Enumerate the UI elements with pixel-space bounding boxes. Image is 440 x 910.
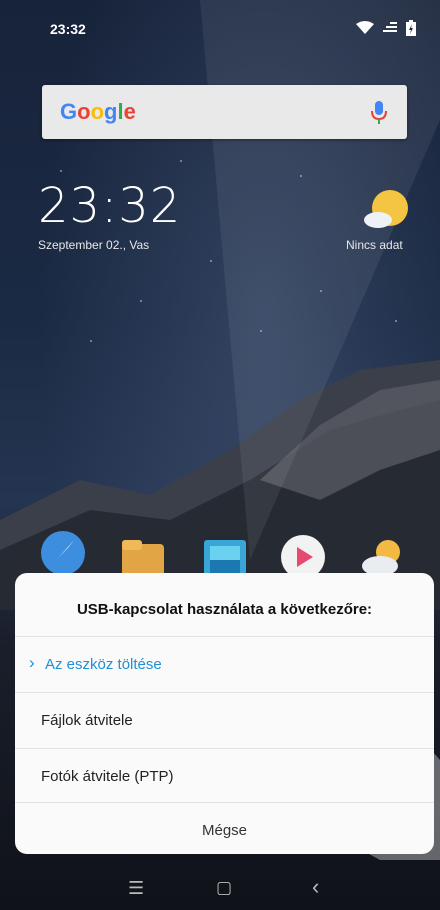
weather-sun-cloud-icon[interactable] [362, 186, 410, 234]
option-label: Fájlok átvitele [41, 712, 133, 729]
weather-status: Nincs adat [346, 238, 403, 252]
google-search-bar[interactable]: Google [42, 85, 407, 139]
clock-widget-date: Szeptember 02., Vas [38, 238, 150, 252]
microphone-icon[interactable] [371, 99, 387, 125]
option-charge-device[interactable]: › Az eszköz töltése [15, 636, 434, 693]
option-label: Fotók átvitele (PTP) [41, 768, 174, 785]
menu-icon[interactable]: ☰ [128, 878, 144, 899]
option-file-transfer[interactable]: Fájlok átvitele [15, 692, 434, 749]
usb-connection-dialog: USB-kapcsolat használata a következőre: … [15, 573, 434, 854]
google-logo: Google [60, 99, 136, 124]
navigation-bar: ☰ ▢ ‹ [0, 862, 440, 910]
signal-icon [383, 22, 397, 32]
clock-widget-time[interactable]: 23:32 [38, 178, 181, 234]
cancel-button[interactable]: Mégse [15, 802, 434, 854]
dialog-title: USB-kapcsolat használata a következőre: [76, 601, 373, 618]
status-time: 23:32 [50, 21, 86, 37]
home-icon[interactable]: ▢ [216, 878, 232, 898]
status-bar: 23:32 [0, 0, 440, 56]
back-icon[interactable]: ‹ [312, 874, 319, 900]
wifi-icon [356, 21, 374, 34]
chevron-right-icon: › [29, 653, 35, 672]
cancel-label: Mégse [201, 822, 248, 839]
status-icons [356, 20, 416, 36]
option-label: Az eszköz töltése [45, 656, 162, 673]
browser-app-icon[interactable] [40, 530, 86, 576]
battery-charging-icon [406, 20, 416, 36]
option-photo-transfer-ptp[interactable]: Fotók átvitele (PTP) [15, 748, 434, 805]
